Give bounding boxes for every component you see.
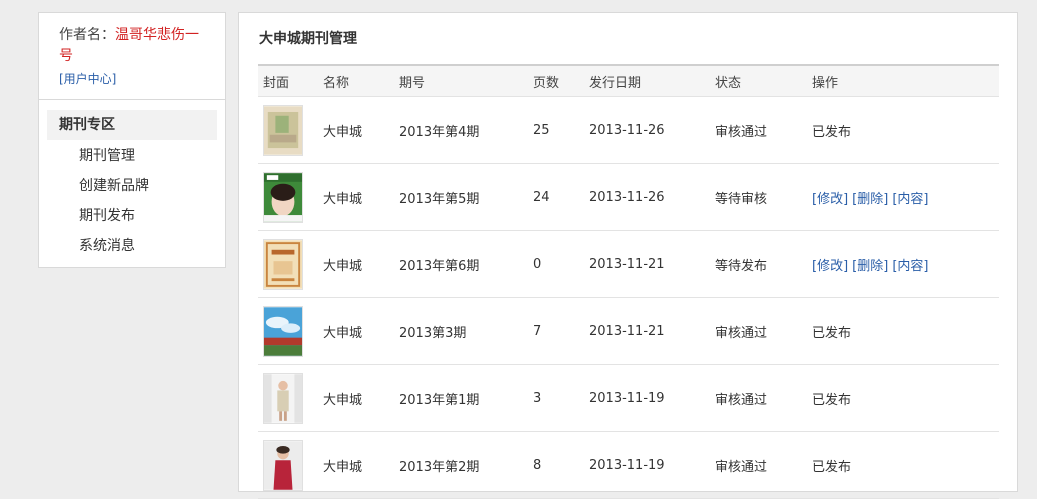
action-cell: 已发布: [807, 364, 999, 432]
action-cell: 已发布: [807, 297, 999, 365]
issue-cell: 2013年第2期: [394, 431, 528, 499]
date-cell: 2013-11-19: [584, 431, 710, 499]
col-header-date: 发行日期: [584, 64, 710, 97]
journal-table: 封面 名称 期号 页数 发行日期 状态 操作 大申城 2013年第4期 25 2…: [258, 64, 999, 499]
status-cell: 等待审核: [710, 163, 807, 231]
delete-link[interactable]: [删除]: [852, 259, 888, 274]
issue-cell: 2013年第4期: [394, 96, 528, 164]
nav-section-title: 期刊专区: [47, 110, 217, 140]
table-row: 大申城 2013年第6期 0 2013-11-21 等待发布 [修改] [删除][…: [258, 230, 999, 298]
action-cell: [修改] [删除] [内容]: [807, 230, 999, 298]
cover-cell: [258, 230, 318, 298]
pages-cell: 7: [528, 297, 584, 365]
date-cell: 2013-11-21: [584, 230, 710, 298]
author-panel: 作者名：温哥华悲伤一号 [用户中心]: [39, 13, 225, 100]
edit-link[interactable]: [修改]: [812, 259, 848, 274]
issue-cell: 2013年第1期: [394, 364, 528, 432]
col-header-pages: 页数: [528, 64, 584, 97]
table-row: 大申城 2013第3期 7 2013-11-21 审核通过 已发布: [258, 297, 999, 365]
sidebar-item-journal-publish[interactable]: 期刊发布: [39, 201, 225, 231]
sidebar: 作者名：温哥华悲伤一号 [用户中心] 期刊专区 期刊管理 创建新品牌 期刊发布 …: [38, 12, 226, 268]
date-cell: 2013-11-26: [584, 96, 710, 164]
cover-thumbnail[interactable]: [263, 104, 303, 156]
pages-cell: 24: [528, 163, 584, 231]
edit-link[interactable]: [修改]: [812, 192, 848, 207]
cover-thumbnail[interactable]: [263, 238, 303, 290]
name-cell: 大申城: [318, 96, 394, 164]
sidebar-item-journal-manage[interactable]: 期刊管理: [39, 141, 225, 171]
name-cell: 大申城: [318, 230, 394, 298]
name-cell: 大申城: [318, 431, 394, 499]
sidebar-item-create-brand[interactable]: 创建新品牌: [39, 171, 225, 201]
pages-cell: 3: [528, 364, 584, 432]
main-panel: 大申城期刊管理 封面 名称 期号 页数 发行日期 状态 操作 大申城 2013年…: [238, 12, 1018, 499]
issue-cell: 2013年第6期: [394, 230, 528, 298]
issue-cell: 2013年第5期: [394, 163, 528, 231]
date-cell: 2013-11-26: [584, 163, 710, 231]
col-header-name: 名称: [318, 64, 394, 97]
cover-cell: [258, 364, 318, 432]
content-link[interactable]: [内容]: [892, 259, 928, 274]
cover-thumbnail[interactable]: [263, 372, 303, 424]
user-center-link[interactable]: [用户中心]: [59, 70, 116, 87]
pages-cell: 8: [528, 431, 584, 499]
col-header-actions: 操作: [807, 64, 999, 97]
table-row: 大申城 2013年第2期 8 2013-11-19 审核通过 已发布: [258, 431, 999, 499]
cover-cell: [258, 297, 318, 365]
status-cell: 审核通过: [710, 364, 807, 432]
table-row: 大申城 2013年第4期 25 2013-11-26 审核通过 已发布: [258, 96, 999, 164]
cover-cell: [258, 163, 318, 231]
name-cell: 大申城: [318, 297, 394, 365]
cover-cell: [258, 96, 318, 164]
sidebar-item-system-messages[interactable]: 系统消息: [39, 231, 225, 261]
cover-cell: [258, 431, 318, 499]
name-cell: 大申城: [318, 364, 394, 432]
col-header-cover: 封面: [258, 64, 318, 97]
pages-cell: 25: [528, 96, 584, 164]
status-cell: 审核通过: [710, 297, 807, 365]
issue-cell: 2013第3期: [394, 297, 528, 365]
date-cell: 2013-11-19: [584, 364, 710, 432]
delete-link[interactable]: [删除]: [852, 192, 888, 207]
action-cell: 已发布: [807, 431, 999, 499]
table-row: 大申城 2013年第5期 24 2013-11-26 等待审核 [修改] [删除]…: [258, 163, 999, 231]
status-cell: 审核通过: [710, 96, 807, 164]
action-cell: [修改] [删除] [内容]: [807, 163, 999, 231]
status-cell: 审核通过: [710, 431, 807, 499]
cover-thumbnail[interactable]: [263, 305, 303, 357]
table-row: 大申城 2013年第1期 3 2013-11-19 审核通过 已发布: [258, 364, 999, 432]
col-header-issue: 期号: [394, 64, 528, 97]
table-header-row: 封面 名称 期号 页数 发行日期 状态 操作: [258, 64, 999, 97]
date-cell: 2013-11-21: [584, 297, 710, 365]
pages-cell: 0: [528, 230, 584, 298]
action-cell: 已发布: [807, 96, 999, 164]
content-link[interactable]: [内容]: [892, 192, 928, 207]
cover-thumbnail[interactable]: [263, 439, 303, 491]
nav-list: 期刊管理 创建新品牌 期刊发布 系统消息: [39, 141, 225, 261]
col-header-status: 状态: [710, 64, 807, 97]
author-label: 作者名：: [59, 27, 115, 43]
page-title: 大申城期刊管理: [259, 31, 357, 47]
author-line: 作者名：温哥华悲伤一号: [59, 25, 207, 67]
status-cell: 等待发布: [710, 230, 807, 298]
name-cell: 大申城: [318, 163, 394, 231]
cover-thumbnail[interactable]: [263, 171, 303, 223]
